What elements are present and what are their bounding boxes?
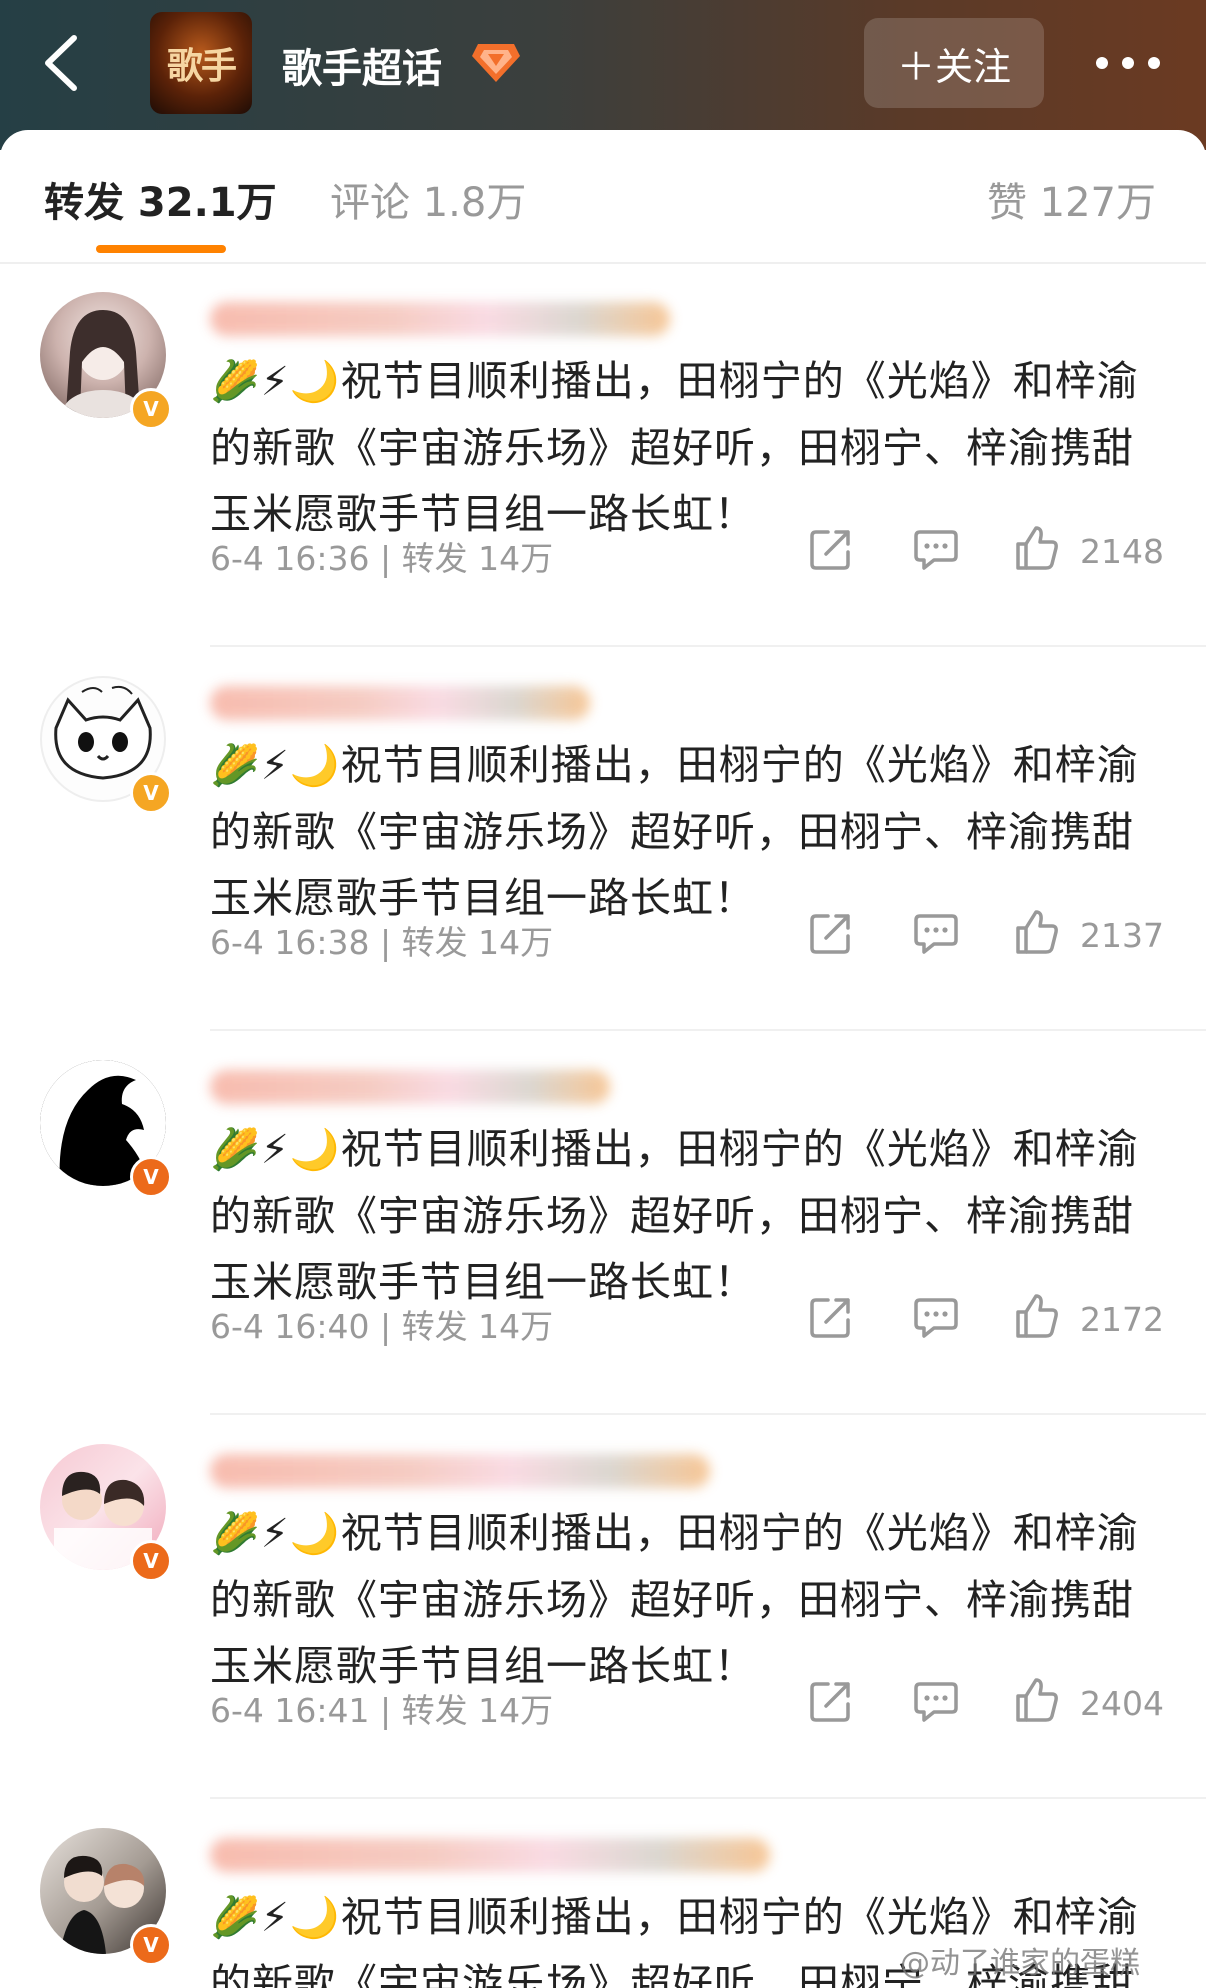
post-meta: 6-4 16:38 | 转发 14万 [210,916,553,964]
emoji-group: 🌽⚡🌙 [210,359,341,405]
username-blurred[interactable] [210,686,590,720]
username-blurred[interactable] [210,1454,710,1488]
more-options-icon[interactable] [1092,38,1164,88]
emoji-group: 🌽⚡🌙 [210,1895,341,1941]
verified-badge-icon: V [130,772,172,814]
share-icon[interactable] [808,1678,854,1724]
repost-panel: 转发 32.1万 评论 1.8万 赞 127万 V 🌽⚡🌙祝节目顺利播出，田栩宁… [0,130,1206,1988]
thumbs-up-icon[interactable] [1014,1292,1060,1340]
thumbs-up-icon[interactable] [1014,908,1060,956]
emoji-group: 🌽⚡🌙 [210,1511,341,1557]
list-item[interactable]: V 🌽⚡🌙祝节目顺利播出，田栩宁的《光焰》和梓渝的新歌《宇宙游乐场》超好听，田栩… [0,646,1206,1031]
post-text: 祝节目顺利播出，田栩宁的《光焰》和梓渝的新歌《宇宙游乐场》超好听，田栩宁、梓渝携… [210,1509,1139,1690]
post-meta: 6-4 16:36 | 转发 14万 [210,532,553,580]
tab-like[interactable]: 赞 127万 [987,170,1156,228]
meta-separator: | [380,1691,392,1730]
post-meta: 6-4 16:41 | 转发 14万 [210,1684,553,1732]
post-text: 祝节目顺利播出，田栩宁的《光焰》和梓渝的新歌《宇宙游乐场》超好听，田栩宁、梓渝携… [210,741,1139,922]
post-content: 🌽⚡🌙祝节目顺利播出，田栩宁的《光焰》和梓渝的新歌《宇宙游乐场》超好听，田栩宁、… [210,1500,1170,1699]
list-item[interactable]: V 🌽⚡🌙祝节目顺利播出，田栩宁的《光焰》和梓渝的新歌《宇宙游乐场》超好听，田栩… [0,1030,1206,1415]
meta-separator: | [380,1307,392,1346]
tab-repost[interactable]: 转发 32.1万 [44,170,277,228]
list-item[interactable]: V 🌽⚡🌙祝节目顺利播出，田栩宁的《光焰》和梓渝的新歌《宇宙游乐场》超好听，田栩… [0,262,1206,647]
post-meta: 6-4 16:40 | 转发 14万 [210,1300,553,1348]
verified-badge-icon: V [130,1924,172,1966]
tab-bar: 转发 32.1万 评论 1.8万 赞 127万 [0,130,1206,264]
group-avatar[interactable]: 歌手 [150,12,252,114]
thumbs-up-icon[interactable] [1014,1676,1060,1724]
verified-badge-icon: V [130,1156,172,1198]
username-blurred[interactable] [210,1070,610,1104]
emoji-group: 🌽⚡🌙 [210,1127,341,1173]
post-content: 🌽⚡🌙祝节目顺利播出，田栩宁的《光焰》和梓渝的新歌《宇宙游乐场》超好听，田栩宁、… [210,732,1170,931]
like-count: 2148 [1080,532,1164,571]
post-time: 6-4 16:41 [210,1691,370,1730]
share-icon[interactable] [808,1294,854,1340]
back-arrow-icon[interactable] [30,28,100,98]
username-blurred[interactable] [210,1838,770,1872]
top-bar: 歌手 歌手超话 ＋关注 [0,0,1206,150]
group-avatar-text: 歌手 [166,45,237,87]
share-icon[interactable] [808,526,854,572]
share-icon[interactable] [808,910,854,956]
post-time: 6-4 16:40 [210,1307,370,1346]
active-tab-indicator [96,245,226,253]
diamond-badge-icon [472,44,520,82]
verified-badge-icon: V [130,388,172,430]
post-time: 6-4 16:36 [210,539,370,578]
post-content: 🌽⚡🌙祝节目顺利播出，田栩宁的《光焰》和梓渝的新歌《宇宙游乐场》超好听，田栩宁、… [210,348,1170,547]
like-count: 2404 [1080,1684,1164,1723]
username-blurred[interactable] [210,302,670,336]
like-count: 2137 [1080,916,1164,955]
verified-badge-icon: V [130,1540,172,1582]
repost-count: 转发 14万 [401,539,554,578]
post-time: 6-4 16:38 [210,923,370,962]
like-count: 2172 [1080,1300,1164,1339]
repost-count: 转发 14万 [401,923,554,962]
comment-icon[interactable] [912,1678,960,1724]
comment-icon[interactable] [912,1294,960,1340]
weibo-watermark: @动了谁家的蛋糕 [900,1946,1140,1981]
comment-icon[interactable] [912,910,960,956]
comment-icon[interactable] [912,526,960,572]
post-content: 🌽⚡🌙祝节目顺利播出，田栩宁的《光焰》和梓渝的新歌《宇宙游乐场》超好听，田栩宁、… [210,1116,1170,1315]
group-title[interactable]: 歌手超话 [282,36,442,94]
post-text: 祝节目顺利播出，田栩宁的《光焰》和梓渝的新歌《宇宙游乐场》超好听，田栩宁、梓渝携… [210,1125,1139,1306]
thumbs-up-icon[interactable] [1014,524,1060,572]
repost-count: 转发 14万 [401,1307,554,1346]
repost-count: 转发 14万 [401,1691,554,1730]
list-item[interactable]: V 🌽⚡🌙祝节目顺利播出，田栩宁的《光焰》和梓渝的新歌《宇宙游乐场》超好听，田栩… [0,1414,1206,1799]
post-text: 祝节目顺利播出，田栩宁的《光焰》和梓渝的新歌《宇宙游乐场》超好听，田栩宁、梓渝携… [210,357,1139,538]
tab-comment[interactable]: 评论 1.8万 [330,170,526,228]
meta-separator: | [380,923,392,962]
meta-separator: | [380,539,392,578]
follow-button[interactable]: ＋关注 [864,18,1044,108]
emoji-group: 🌽⚡🌙 [210,743,341,789]
